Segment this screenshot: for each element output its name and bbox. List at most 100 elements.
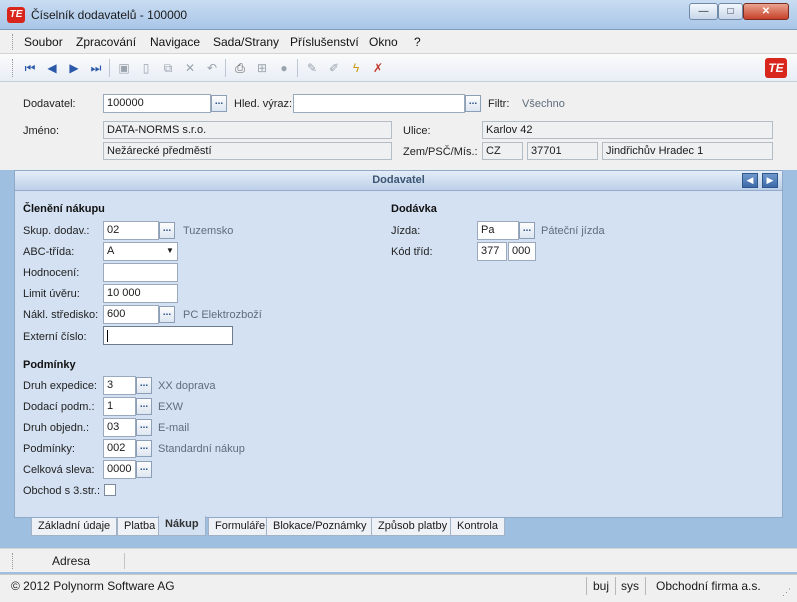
status-bar: © 2012 Polynorm Software AG buj sys Obch… — [0, 574, 797, 602]
sleva-lookup-button[interactable]: ... — [136, 461, 152, 478]
print-icon[interactable]: ⎙ — [232, 60, 248, 76]
menu-soubor[interactable]: Soubor — [24, 35, 63, 49]
status-separator — [586, 577, 587, 595]
hled-input[interactable] — [293, 94, 465, 113]
filtr-value[interactable]: Všechno — [522, 98, 565, 110]
app-logo-icon: TE — [7, 7, 25, 23]
jizda-hint: Páteční jízda — [541, 225, 605, 237]
dodaci-lookup-button[interactable]: ... — [136, 398, 152, 415]
podm-lookup-button[interactable]: ... — [136, 440, 152, 457]
menu-navigace[interactable]: Navigace — [150, 35, 200, 49]
toolbar-separator — [297, 59, 298, 77]
limit-input[interactable]: 10 000 — [103, 284, 178, 303]
hodnoceni-input[interactable] — [103, 263, 178, 282]
brand-logo-icon: TE — [765, 58, 787, 78]
tab-formulare[interactable]: Formuláře — [208, 518, 273, 536]
new-icon[interactable]: ▯ — [138, 60, 154, 76]
next-record-icon[interactable]: ▶ — [66, 60, 82, 76]
magic-icon[interactable]: ϟ — [348, 60, 364, 76]
tab-zakladni-udaje[interactable]: Základní údaje — [31, 518, 118, 536]
limit-label: Limit úvěru: — [23, 288, 80, 300]
resize-grip-icon[interactable]: ⋰ — [782, 587, 791, 598]
maximize-button[interactable]: □ — [718, 3, 743, 20]
objedn-hint: E-mail — [158, 422, 190, 434]
jmeno-line2: Nežárecké předměstí — [103, 142, 392, 160]
skup-lookup-button[interactable]: ... — [159, 222, 175, 239]
externi-label: Externí číslo: — [23, 331, 87, 343]
tab-zpusob-platby[interactable]: Způsob platby — [371, 518, 455, 536]
kod-input-2[interactable]: 000 — [508, 242, 536, 261]
podm-hint: Standardní nákup — [158, 443, 245, 455]
address-bar: Adresa — [0, 548, 797, 572]
hled-lookup-button[interactable]: ... — [465, 95, 481, 112]
dodavatel-input[interactable]: 100000 — [103, 94, 211, 113]
header-form: Dodavatel: 100000 ... Hled. výraz: ... F… — [0, 82, 797, 170]
copy-icon[interactable]: ⧉ — [160, 60, 176, 76]
tab-strip: Základní údaje Platba Nákup Formuláře Bl… — [14, 516, 783, 538]
jizda-lookup-button[interactable]: ... — [519, 222, 535, 239]
kod-label: Kód tříd: — [391, 246, 433, 258]
dodavatel-label: Dodavatel: — [23, 98, 76, 110]
menu-bar: Soubor Zpracování Navigace Sada/Strany P… — [0, 30, 797, 54]
zem-label: Zem/PSČ/Mís.: — [403, 146, 478, 158]
tree-icon[interactable]: ⊞ — [254, 60, 270, 76]
nakl-input[interactable]: 600 — [103, 305, 159, 324]
jizda-input[interactable]: Pa — [477, 221, 519, 240]
cancel-filter-icon[interactable]: ✗ — [370, 60, 386, 76]
skup-label: Skup. dodav.: — [23, 225, 90, 237]
hled-label: Hled. výraz: — [234, 98, 293, 110]
misto-value: Jindřichův Hradec 1 — [602, 142, 773, 160]
panel-title: Dodavatel — [372, 174, 425, 186]
prev-record-icon[interactable]: ◀ — [44, 60, 60, 76]
podm-label: Podmínky: — [23, 443, 75, 455]
objedn-input[interactable]: 03 — [103, 418, 136, 437]
last-record-icon[interactable]: ⏭ — [88, 60, 104, 76]
edit-icon[interactable]: ✎ — [304, 60, 320, 76]
ulice-label: Ulice: — [403, 125, 431, 137]
close-button[interactable]: ✕ — [743, 3, 789, 20]
psc-value: 37701 — [527, 142, 598, 160]
toolbar-grip — [12, 59, 14, 77]
expedice-input[interactable]: 3 — [103, 376, 136, 395]
hodnoceni-label: Hodnocení: — [23, 267, 80, 279]
dodavatel-lookup-button[interactable]: ... — [211, 95, 227, 112]
adresa-button[interactable]: Adresa — [52, 554, 90, 568]
nakl-lookup-button[interactable]: ... — [159, 306, 175, 323]
status-separator — [645, 577, 646, 595]
tab-kontrola[interactable]: Kontrola — [450, 518, 505, 536]
externi-input[interactable] — [103, 326, 233, 345]
delete-icon[interactable]: ✕ — [182, 60, 198, 76]
toolbar-separator — [225, 59, 226, 77]
menu-sada-strany[interactable]: Sada/Strany — [213, 35, 279, 49]
obchod-checkbox[interactable] — [104, 484, 116, 496]
panel-next-icon[interactable]: ▶ — [762, 173, 778, 188]
expedice-lookup-button[interactable]: ... — [136, 377, 152, 394]
first-record-icon[interactable]: ⏮ — [22, 60, 38, 76]
menu-okno[interactable]: Okno — [369, 35, 398, 49]
undo-icon[interactable]: ↶ — [204, 60, 220, 76]
sleva-input[interactable]: 0000 — [103, 460, 136, 479]
expedice-hint: XX doprava — [158, 380, 216, 392]
chevron-down-icon[interactable]: ▼ — [163, 242, 177, 259]
dodavatel-panel: Dodavatel ◀ ▶ Členění nákupu Skup. dodav… — [14, 170, 783, 518]
disc-icon[interactable]: ● — [276, 60, 292, 76]
panel-prev-icon[interactable]: ◀ — [742, 173, 758, 188]
minimize-button[interactable]: — — [689, 3, 718, 20]
menu-help[interactable]: ? — [414, 35, 421, 49]
skup-input[interactable]: 02 — [103, 221, 159, 240]
save-icon[interactable]: ▣ — [116, 60, 132, 76]
nakl-label: Nákl. středisko: — [23, 309, 99, 321]
objedn-lookup-button[interactable]: ... — [136, 419, 152, 436]
jmeno-line1: DATA-NORMS s.r.o. — [103, 121, 392, 139]
kod-input-1[interactable]: 377 — [477, 242, 507, 261]
podm-input[interactable]: 002 — [103, 439, 136, 458]
status-copyright: © 2012 Polynorm Software AG — [11, 579, 175, 593]
dodaci-input[interactable]: 1 — [103, 397, 136, 416]
title-bar: TE Číselník dodavatelů - 100000 — □ ✕ — [0, 0, 797, 30]
tab-nakup[interactable]: Nákup — [158, 516, 206, 536]
menu-zpracovani[interactable]: Zpracování — [76, 35, 136, 49]
tab-blokace-poznamky[interactable]: Blokace/Poznámky — [266, 518, 374, 536]
edit2-icon[interactable]: ✐ — [326, 60, 342, 76]
menu-prislusenstvi[interactable]: Příslušenství — [290, 35, 359, 49]
tab-platba[interactable]: Platba — [117, 518, 163, 536]
